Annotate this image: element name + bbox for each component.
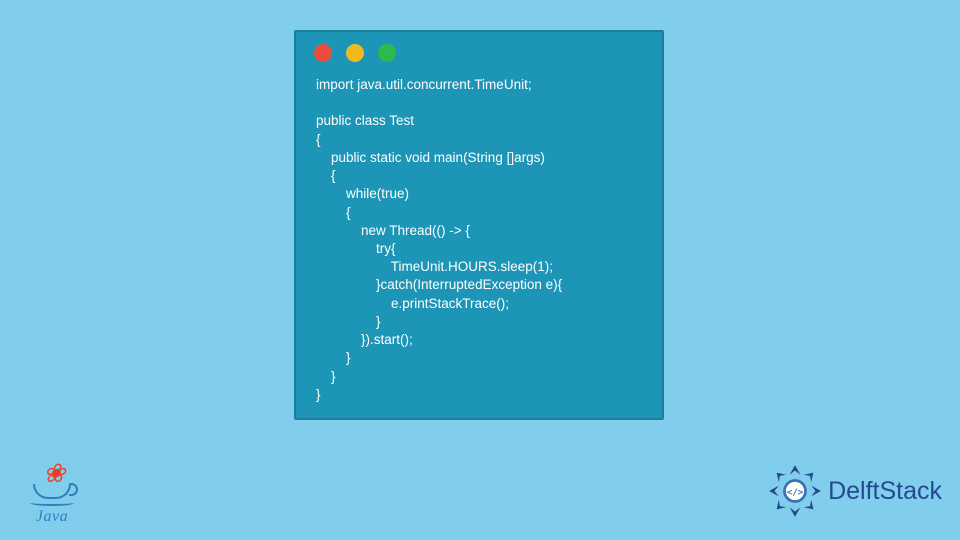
java-cup-icon — [33, 484, 71, 499]
code-body: import java.util.concurrent.TimeUnit; pu… — [296, 72, 662, 408]
java-logo: ❀ Java — [24, 462, 80, 530]
java-logo-text: Java — [36, 508, 68, 526]
window-zoom-dot[interactable] — [378, 44, 396, 62]
delftstack-logo-text: DelftStack — [828, 477, 942, 506]
window-close-dot[interactable] — [314, 44, 332, 62]
delftstack-emblem-icon: </> — [768, 464, 822, 518]
java-steam-icon: ❀ — [43, 462, 61, 486]
delftstack-logo: </> DelftStack — [768, 464, 942, 518]
java-saucer-icon — [30, 500, 74, 506]
svg-text:</>: </> — [787, 487, 804, 498]
window-titlebar — [296, 32, 662, 72]
code-window: import java.util.concurrent.TimeUnit; pu… — [294, 30, 664, 420]
window-minimize-dot[interactable] — [346, 44, 364, 62]
